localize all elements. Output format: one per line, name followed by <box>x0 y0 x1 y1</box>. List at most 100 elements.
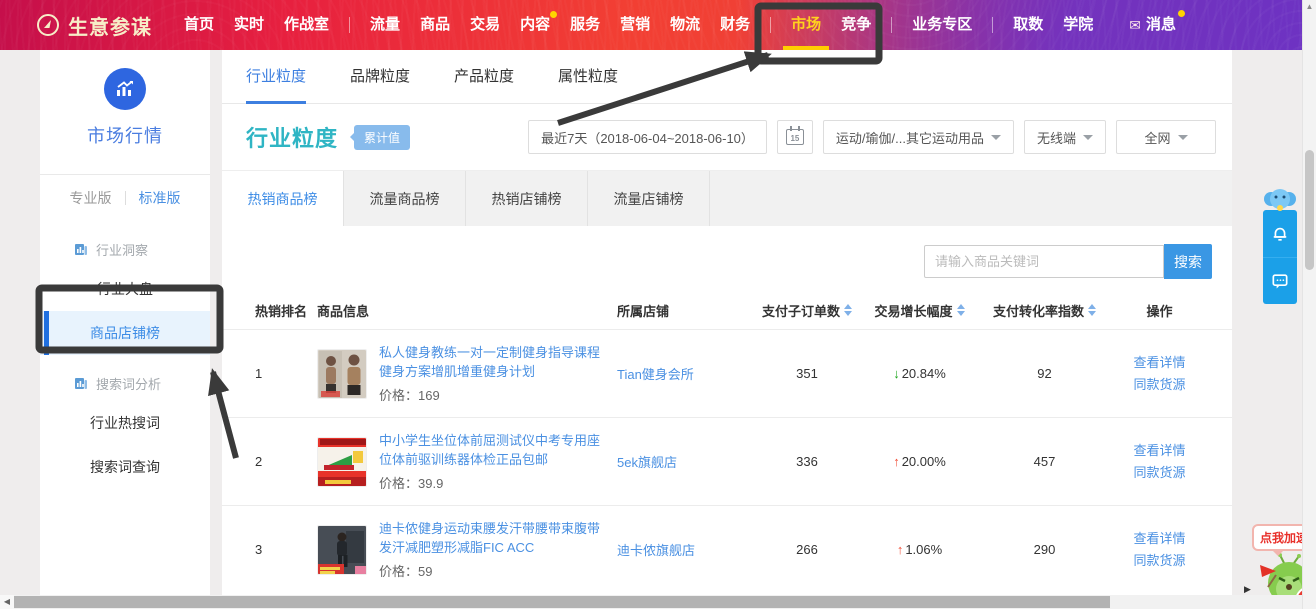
bell-icon <box>1270 224 1290 244</box>
envelope-icon: ✉ <box>1129 0 1141 50</box>
brand[interactable]: 生意参谋 <box>36 11 152 40</box>
trend-arrow-icon: ↓ <box>893 366 900 381</box>
nav-item-finance[interactable]: 财务 <box>720 0 750 50</box>
product-title-link[interactable]: 中小学生坐位体前屈测试仪中考专用座位体前驱训练器体检正品包邮 <box>379 431 609 469</box>
paid-suborders-value: 351 <box>757 366 857 381</box>
horizontal-scroll-thumb[interactable] <box>14 596 1110 608</box>
rank-panel: 搜索 热销排名 商品信息 所属店铺 支付子订单数 交易增长幅度 支付转化率指数 … <box>222 226 1232 593</box>
sidebar-section-search-analysis[interactable]: 搜索词分析 <box>40 365 210 401</box>
nav-item-messages[interactable]: ✉ 消息 <box>1129 0 1176 50</box>
col-actions: 操作 <box>1107 301 1212 320</box>
product-price: 价格：59 <box>379 561 609 580</box>
shop-link[interactable]: 5ek旗舰店 <box>617 455 677 470</box>
same-supply-link[interactable]: 同款货源 <box>1107 550 1212 572</box>
same-supply-link[interactable]: 同款货源 <box>1107 462 1212 484</box>
sort-conversion-index[interactable]: 支付转化率指数 <box>982 301 1107 320</box>
nav-item-content[interactable]: 内容 <box>520 0 550 50</box>
nav-item-home[interactable]: 首页 <box>184 0 214 50</box>
tab-industry-granularity[interactable]: 行业粒度 <box>246 50 306 104</box>
col-shop: 所属店铺 <box>617 301 757 320</box>
tab-brand-granularity[interactable]: 品牌粒度 <box>350 50 410 104</box>
nav-item-service[interactable]: 服务 <box>570 0 600 50</box>
sidebar-section-industry-insight[interactable]: 行业洞察 <box>40 231 210 267</box>
table-row: 3 迪卡侬健身运动束腰发汗带腰带束腹带发汗减肥塑形减脂FIC ACC 价格：59… <box>222 505 1232 593</box>
product-price: 价格：169 <box>379 385 609 404</box>
shop-link[interactable]: 迪卡侬旗舰店 <box>617 543 695 558</box>
scroll-left-arrow[interactable]: ◀ <box>0 595 14 609</box>
nav-item-trade[interactable]: 交易 <box>470 0 500 50</box>
vertical-scrollbar[interactable]: ▲ <box>1302 0 1316 609</box>
sidebar: 市场行情 专业版 标准版 行业洞察 行业大盘 商品店铺榜 搜索词分析 行业热搜词… <box>40 50 210 595</box>
search-button[interactable]: 搜索 <box>1164 244 1212 279</box>
same-supply-link[interactable]: 同款货源 <box>1107 374 1212 396</box>
sort-icon <box>1088 304 1096 316</box>
nav-item-marketing[interactable]: 营销 <box>620 0 650 50</box>
notification-dot <box>550 11 557 18</box>
nav-item-market[interactable]: 市场 <box>791 0 821 50</box>
rank-tabs: 热销商品榜 流量商品榜 热销店铺榜 流量店铺榜 <box>222 170 1232 226</box>
col-rank: 热销排名 <box>255 301 317 320</box>
trade-growth-value: ↑1.06% <box>857 542 982 557</box>
col-product-info: 商品信息 <box>317 301 617 320</box>
sidebar-title: 市场行情 <box>40 122 210 148</box>
floating-toolbar <box>1262 186 1298 304</box>
scroll-up-arrow[interactable]: ▲ <box>1303 0 1316 14</box>
sidebar-item-hot-search-words[interactable]: 行业热搜词 <box>40 401 210 445</box>
calendar-button[interactable]: 15 <box>777 120 813 154</box>
nav-item-war-room[interactable]: 作战室 <box>284 0 329 50</box>
chart-doc-icon <box>74 242 88 256</box>
nav-item-traffic[interactable]: 流量 <box>370 0 400 50</box>
shop-link[interactable]: Tian健身会所 <box>617 367 694 382</box>
cumulative-value-badge: 累计值 <box>354 125 410 150</box>
date-range-picker[interactable]: 最近7天（2018-06-04~2018-06-10） <box>528 120 767 154</box>
page-title: 行业粒度 <box>246 121 338 153</box>
category-dropdown[interactable]: 运动/瑜伽/...其它运动用品 <box>823 120 1014 154</box>
tab-traffic-products-rank[interactable]: 流量商品榜 <box>344 171 466 226</box>
nav-item-realtime[interactable]: 实时 <box>234 0 264 50</box>
market-quotes-icon <box>104 68 146 110</box>
tab-attribute-granularity[interactable]: 属性粒度 <box>558 50 618 104</box>
nav-item-business-zone[interactable]: 业务专区 <box>912 0 972 50</box>
product-image[interactable] <box>317 437 367 487</box>
sidebar-item-search-word-query[interactable]: 搜索词查询 <box>40 445 210 489</box>
tab-hot-products-rank[interactable]: 热销商品榜 <box>222 171 344 226</box>
tab-hot-shops-rank[interactable]: 热销店铺榜 <box>466 171 588 226</box>
nav-item-data-fetch[interactable]: 取数 <box>1013 0 1043 50</box>
product-image[interactable] <box>317 525 367 575</box>
nav-item-product[interactable]: 商品 <box>420 0 450 50</box>
brand-logo-icon <box>36 13 60 37</box>
terminal-dropdown[interactable]: 无线端 <box>1024 120 1106 154</box>
chevron-down-icon <box>1083 135 1093 140</box>
tab-traffic-shops-rank[interactable]: 流量店铺榜 <box>588 171 710 226</box>
search-input[interactable] <box>924 245 1164 278</box>
nav-item-academy[interactable]: 学院 <box>1063 0 1093 50</box>
collapse-arrow-icon[interactable]: ▶ <box>1244 584 1251 595</box>
chevron-down-icon <box>991 135 1001 140</box>
product-title-link[interactable]: 私人健身教练一对一定制健身指导课程健身方案增肌增重健身计划 <box>379 343 609 381</box>
sort-trade-growth[interactable]: 交易增长幅度 <box>857 301 982 320</box>
table-row: 2 中小学生坐位体前屈测试仪中考专用座位体前驱训练器体检正品包邮 价格：39.9… <box>222 417 1232 505</box>
version-standard[interactable]: 标准版 <box>139 188 181 208</box>
product-image[interactable] <box>317 349 367 399</box>
vertical-scroll-thumb[interactable] <box>1305 150 1314 270</box>
tab-product-granularity[interactable]: 产品粒度 <box>454 50 514 104</box>
notifications-button[interactable] <box>1263 210 1297 257</box>
view-details-link[interactable]: 查看详情 <box>1107 440 1212 462</box>
sidebar-item-product-shop-rank[interactable]: 商品店铺榜 <box>40 311 210 355</box>
product-title-link[interactable]: 迪卡侬健身运动束腰发汗带腰带束腹带发汗减肥塑形减脂FIC ACC <box>379 519 609 557</box>
chat-button[interactable] <box>1263 257 1297 304</box>
horizontal-scrollbar[interactable]: ◀ <box>0 595 1302 609</box>
nav-item-compete[interactable]: 竞争 <box>841 0 871 50</box>
sort-paid-suborders[interactable]: 支付子订单数 <box>757 301 857 320</box>
view-details-link[interactable]: 查看详情 <box>1107 352 1212 374</box>
paid-suborders-value: 266 <box>757 542 857 557</box>
view-details-link[interactable]: 查看详情 <box>1107 528 1212 550</box>
scope-dropdown[interactable]: 全网 <box>1116 120 1216 154</box>
version-pro[interactable]: 专业版 <box>70 188 112 208</box>
trade-growth-value: ↓20.84% <box>857 366 982 381</box>
sidebar-item-industry-dashboard[interactable]: 行业大盘 <box>40 267 210 311</box>
paid-suborders-value: 336 <box>757 454 857 469</box>
nav-item-logistics[interactable]: 物流 <box>670 0 700 50</box>
rank-number: 1 <box>255 366 317 381</box>
conversion-index-value: 290 <box>982 542 1107 557</box>
